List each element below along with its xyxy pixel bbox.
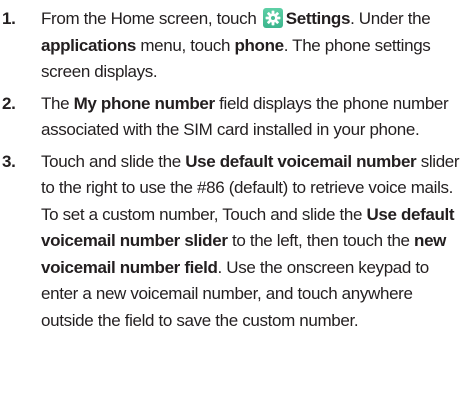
step-text: Touch and slide the — [41, 151, 186, 171]
step-text: The — [41, 93, 74, 113]
use-default-voicemail-label: Use default voicemail number — [185, 151, 417, 171]
step-number: 1. — [2, 9, 16, 28]
step-2: 2. The My phone number field displays the… — [0, 91, 472, 144]
step-number: 3. — [2, 151, 16, 171]
step-text: menu, touch — [136, 35, 235, 55]
step-text: . Under the — [350, 9, 431, 28]
settings-label: Settings — [285, 9, 351, 28]
step-number: 2. — [2, 93, 16, 113]
step-text: to the left, then touch the — [227, 231, 415, 250]
step-1: 1. From the Home screen, touch Settings. … — [0, 6, 472, 86]
phone-label: phone — [234, 35, 284, 55]
step-3: 3. Touch and slide the Use default voicem… — [0, 149, 472, 335]
step-text: From the Home screen, touch — [41, 9, 261, 28]
my-phone-number-label: My phone number — [73, 93, 216, 113]
applications-label: applications — [41, 35, 136, 55]
instruction-document: 1. From the Home screen, touch Settings. … — [0, 6, 472, 339]
settings-gear-icon — [262, 8, 283, 28]
steps-list: 1. From the Home screen, touch Settings. … — [0, 6, 472, 334]
